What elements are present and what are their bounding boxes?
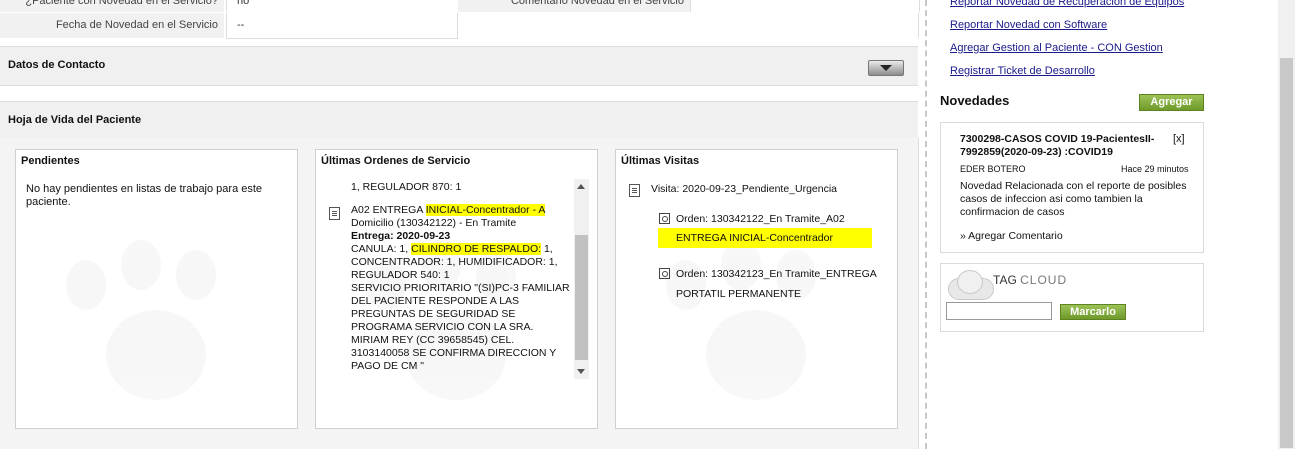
novedades-title: Novedades — [940, 93, 1010, 108]
order-entrega: Entrega: 2020-09-23 — [351, 230, 451, 242]
novedad-time: Hace 29 minutos — [1121, 164, 1189, 174]
hoja-vida-section: Hoja de Vida del Paciente — [0, 101, 918, 139]
paw-watermark-icon — [56, 240, 256, 420]
link-agregar-gestion[interactable]: Agregar Gestion al Paciente - CON Gestio… — [950, 42, 1163, 54]
order-line5: REGULADOR 540: 1 — [351, 269, 450, 281]
pendientes-panel: Pendientes No hay pendientes en listas d… — [15, 149, 298, 429]
comentario-label: Comentario Novedad en el Servicio — [458, 0, 690, 12]
order-canula-highlight: CILINDRO DE RESPALDO: — [411, 243, 542, 255]
order-canula-post: 1, — [541, 243, 553, 255]
link-registrar-ticket[interactable]: Registrar Ticket de Desarrollo — [950, 65, 1095, 77]
order-line4: CONCENTRADOR: 1, HUMIDIFICADOR: 1, — [351, 256, 558, 268]
order-obs-1: DEL PACIENTE RESPONDE A LAS — [351, 295, 520, 307]
tag-cloud-title: TAG CLOUD — [993, 273, 1067, 287]
novedad-label: ¿Paciente con Novedad en el Servicio? — [0, 0, 224, 12]
document-icon — [329, 207, 340, 220]
scroll-down-icon[interactable] — [577, 369, 585, 374]
marcarlo-button[interactable]: Marcarlo — [1060, 304, 1126, 320]
pendientes-message: No hay pendientes en listas de trabajo p… — [26, 183, 263, 208]
order-line1-highlight: INICIAL-Concentrador - A — [425, 204, 546, 216]
novedad-heading: 7300298-CASOS COVID 19-PacientesII-79928… — [960, 133, 1155, 158]
paw-watermark-icon — [656, 240, 856, 420]
novedad-card: 7300298-CASOS COVID 19-PacientesII-79928… — [940, 122, 1204, 253]
visit-order2-line2[interactable]: PORTATIL PERMANENTE — [676, 288, 801, 300]
ordenes-panel: Últimas Ordenes de Servicio 1, REGULADOR… — [315, 149, 598, 429]
visitas-title: Últimas Visitas — [621, 155, 700, 167]
comentario-value — [690, 0, 920, 12]
fecha-novedad-value: -- — [226, 13, 458, 39]
fecha-novedad-label: Fecha de Novedad en el Servicio — [0, 13, 224, 38]
order-line1-pre: A02 ENTREGA — [351, 204, 426, 216]
tag-title-a: TAG — [993, 273, 1017, 287]
ordenes-title: Últimas Ordenes de Servicio — [321, 155, 471, 167]
expand-toggle-icon[interactable] — [868, 60, 904, 76]
agregar-comentario-link[interactable]: » Agregar Comentario — [960, 230, 1063, 242]
document-icon — [629, 184, 640, 197]
column-divider — [925, 0, 927, 449]
agregar-button[interactable]: Agregar — [1139, 94, 1204, 111]
tag-title-b: CLOUD — [1020, 273, 1068, 287]
patient-info-table: ¿Paciente con Novedad en el Servicio? no… — [0, 0, 920, 40]
tag-cloud-box: TAG CLOUD Marcarlo — [940, 263, 1204, 332]
visit-order2-line1[interactable]: Orden: 130342123_En Tramite_ENTREGA — [676, 268, 877, 280]
link-reportar-recuperacion[interactable]: Reportar Novedad de Recuperación de Equi… — [950, 0, 1184, 8]
novedad-value: no — [226, 0, 467, 12]
order-icon — [659, 213, 670, 224]
order-obs-2: PREGUNTAS DE SEGURIDAD SE — [351, 308, 516, 320]
pendientes-title: Pendientes — [21, 155, 80, 167]
hoja-vida-title: Hoja de Vida del Paciente — [8, 114, 142, 126]
novedad-author: EDER BOTERO — [960, 164, 1026, 174]
prev-order-tail: 1, REGULADOR 870: 1 — [351, 181, 462, 193]
novedad-body: Novedad Relacionada con el reporte de po… — [960, 180, 1187, 218]
order-obs-6: PAGO DE CM " — [351, 360, 424, 372]
datos-contacto-title: Datos de Contacto — [8, 59, 106, 71]
order-icon — [659, 268, 670, 279]
link-reportar-software[interactable]: Reportar Novedad con Software — [950, 19, 1107, 31]
order-obs-5: 3103140058 SE CONFIRMA DIRECCION Y — [351, 347, 557, 359]
visit-order1-line2[interactable]: ENTREGA INICIAL-Concentrador — [658, 228, 872, 248]
cloud-icon — [945, 268, 995, 300]
visitas-panel: Últimas Visitas Visita: 2020-09-23_Pendi… — [615, 149, 898, 429]
order-item[interactable]: A02 ENTREGA INICIAL-Concentrador - A Dom… — [351, 204, 583, 373]
page-scroll-thumb[interactable] — [1280, 58, 1293, 448]
close-icon[interactable]: [x] — [1173, 133, 1185, 145]
tag-input[interactable] — [946, 302, 1052, 320]
order-line2: Domicilio (130342122) - En Tramite — [351, 217, 517, 229]
scroll-thumb[interactable] — [575, 235, 588, 360]
order-obs-3: PROGRAMA SERVICIO CON LA SRA. — [351, 321, 534, 333]
datos-contacto-section[interactable]: Datos de Contacto — [0, 46, 918, 86]
scroll-up-icon[interactable] — [577, 184, 585, 189]
order-canula-pre: CANULA: 1, — [351, 243, 412, 255]
visit-order1-line1[interactable]: Orden: 130342122_En Tramite_A02 — [676, 213, 845, 225]
order-obs-4: MIRIAM REY (CC 39658545) CEL. — [351, 334, 515, 346]
orders-scrollbar[interactable] — [574, 179, 589, 379]
visit-link[interactable]: Visita: 2020-09-23_Pendiente_Urgencia — [651, 183, 837, 195]
order-obs-0: SERVICIO PRIORITARIO "(SI)PC-3 FAMILIAR — [351, 282, 570, 294]
empty-cell — [458, 13, 919, 38]
page-scrollbar[interactable] — [1278, 0, 1295, 449]
